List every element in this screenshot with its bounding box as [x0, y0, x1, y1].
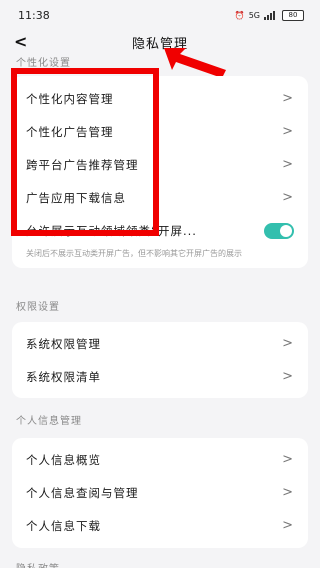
- row-label: 系统权限清单: [26, 369, 101, 384]
- chevron-right-icon: >: [282, 157, 294, 172]
- status-bar: 11:38 ⏰ 5G 80: [0, 0, 320, 30]
- row-info-download[interactable]: 个人信息下载 >: [12, 509, 308, 542]
- chevron-right-icon: >: [282, 369, 294, 384]
- row-label: 个人信息概览: [26, 452, 101, 467]
- section-title-privacy-policy: 隐私政策: [16, 560, 60, 568]
- signal-icon: [264, 10, 278, 20]
- chevron-right-icon: >: [282, 336, 294, 351]
- toggle-note: 关闭后不展示互动类开屏广告，但不影响其它开屏广告的展示: [26, 249, 242, 258]
- row-info-view-manage[interactable]: 个人信息查阅与管理 >: [12, 476, 308, 509]
- chevron-right-icon: >: [282, 452, 294, 467]
- chevron-right-icon: >: [282, 124, 294, 139]
- battery-level: 80: [288, 11, 298, 19]
- back-arrow-icon[interactable]: <: [14, 32, 27, 52]
- permissions-card: 系统权限管理 > 系统权限清单 >: [12, 322, 308, 398]
- chevron-right-icon: >: [282, 485, 294, 500]
- status-icons: ⏰ 5G 80: [234, 9, 304, 21]
- row-label: 个人信息查阅与管理: [26, 485, 139, 500]
- row-label: 个人信息下载: [26, 518, 101, 533]
- annotation-highlight-box: [11, 68, 159, 236]
- section-title-permissions: 权限设置: [16, 302, 60, 313]
- row-permissions-list[interactable]: 系统权限清单 >: [12, 360, 308, 393]
- chevron-right-icon: >: [282, 91, 294, 106]
- splash-ad-toggle[interactable]: [264, 222, 294, 239]
- row-system-permissions[interactable]: 系统权限管理 >: [12, 327, 308, 360]
- alarm-icon: ⏰: [234, 10, 245, 20]
- battery-icon: 80: [282, 9, 304, 21]
- network-label: 5G: [248, 10, 260, 20]
- personal-info-card: 个人信息概览 > 个人信息查阅与管理 > 个人信息下载 >: [12, 438, 308, 548]
- section-title-personalization: 个性化设置: [16, 58, 71, 69]
- row-info-overview[interactable]: 个人信息概览 >: [12, 443, 308, 476]
- annotation-arrow: [164, 48, 226, 78]
- row-label: 系统权限管理: [26, 336, 101, 351]
- section-title-personal-info: 个人信息管理: [16, 416, 82, 427]
- chevron-right-icon: >: [282, 190, 294, 205]
- chevron-right-icon: >: [282, 518, 294, 533]
- status-time: 11:38: [18, 8, 50, 22]
